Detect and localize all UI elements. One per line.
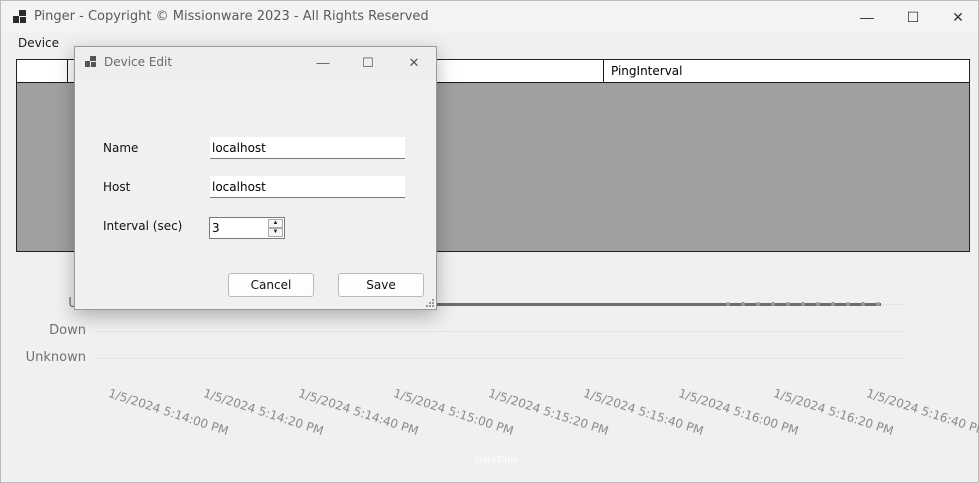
host-label: Host	[103, 180, 131, 194]
data-point	[726, 302, 730, 306]
stepper-buttons: ▲ ▼	[268, 219, 283, 237]
interval-value[interactable]: 3	[212, 221, 220, 235]
data-point	[741, 302, 745, 306]
minimize-button[interactable]: —	[844, 1, 890, 33]
app-icon	[13, 10, 27, 24]
title-bar[interactable]: Pinger - Copyright © Missionware 2023 - …	[1, 1, 978, 33]
dialog-maximize-button[interactable]: ☐	[345, 47, 391, 78]
host-field[interactable]: localhost	[210, 176, 405, 198]
gridline-unknown	[96, 358, 906, 359]
dialog-title-bar[interactable]: Device Edit — ☐ ✕	[75, 47, 436, 78]
name-label: Name	[103, 141, 139, 155]
data-point	[876, 302, 880, 306]
stepper-up-icon[interactable]: ▲	[268, 219, 283, 228]
data-point	[846, 302, 850, 306]
close-button[interactable]: ✕	[935, 1, 979, 33]
resize-grip-icon[interactable]	[426, 299, 434, 307]
gridline-down	[96, 331, 906, 332]
grid-row-header-corner[interactable]	[17, 60, 68, 82]
dialog-app-icon	[85, 56, 97, 68]
save-button[interactable]: Save	[338, 273, 424, 297]
interval-label: Interval (sec)	[103, 219, 183, 233]
stepper-down-icon[interactable]: ▼	[268, 228, 283, 237]
name-field[interactable]: localhost	[210, 137, 405, 159]
data-point	[786, 302, 790, 306]
cancel-button[interactable]: Cancel	[228, 273, 314, 297]
dialog-close-button[interactable]: ✕	[391, 47, 437, 78]
y-label-down: Down	[49, 323, 86, 338]
data-point	[831, 302, 835, 306]
data-point	[816, 302, 820, 306]
menu-device[interactable]: Device	[11, 35, 66, 51]
data-point	[756, 302, 760, 306]
dialog-title: Device Edit	[104, 55, 173, 69]
series-line-up	[396, 303, 881, 306]
dialog-minimize-button[interactable]: —	[300, 47, 346, 78]
data-point	[801, 302, 805, 306]
y-label-unknown: Unknown	[25, 350, 86, 365]
interval-stepper[interactable]: 3 ▲ ▼	[209, 217, 285, 239]
grid-column-header-pinginterval[interactable]: PingInterval	[604, 60, 969, 82]
window-title: Pinger - Copyright © Missionware 2023 - …	[34, 9, 429, 24]
device-edit-dialog: Device Edit — ☐ ✕ Name localhost Host lo…	[74, 46, 437, 310]
x-axis-title: DateTime	[475, 456, 519, 466]
data-point	[861, 302, 865, 306]
maximize-button[interactable]: ☐	[890, 1, 936, 33]
data-point	[771, 302, 775, 306]
